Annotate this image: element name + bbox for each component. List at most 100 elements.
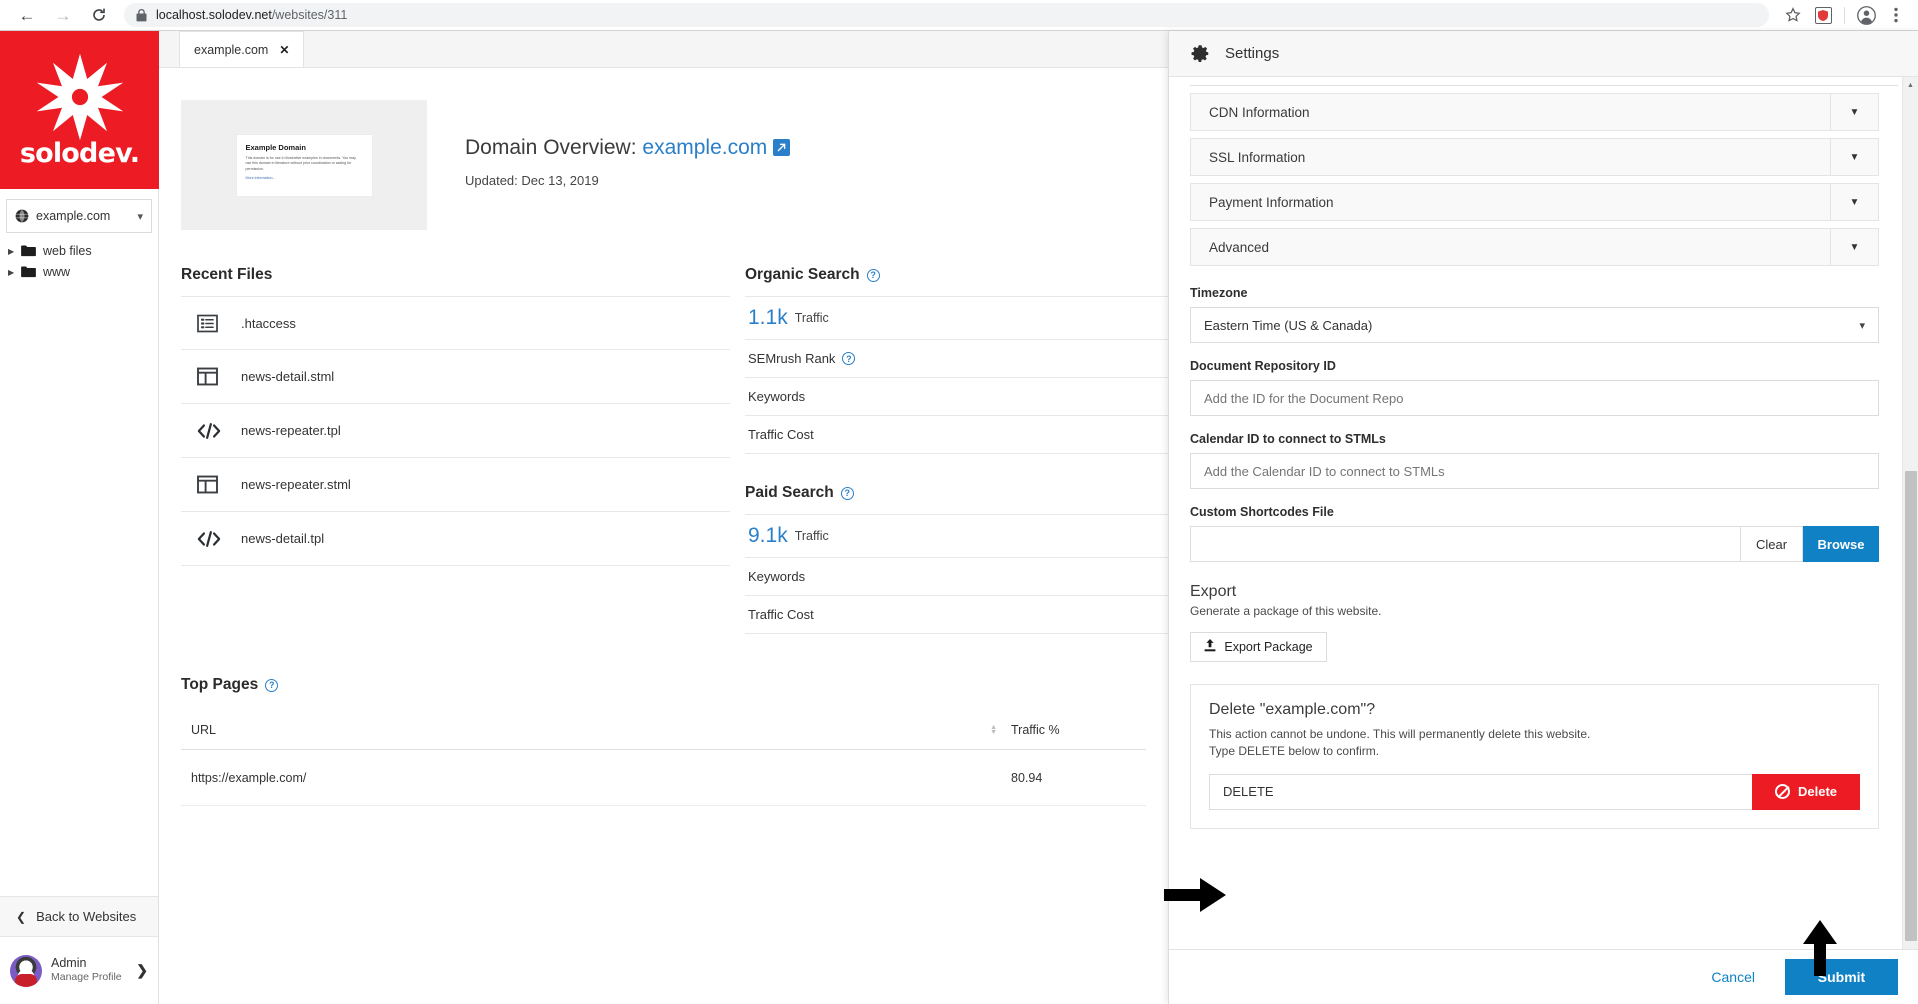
accordion-ssl-information[interactable]: SSL Information ▼ <box>1190 138 1879 176</box>
lock-icon <box>136 8 147 22</box>
main-content: example.com ✕ Example Domain This domain… <box>159 31 1168 1004</box>
help-circle-icon[interactable]: ? <box>842 352 856 365</box>
tree-item-web-files[interactable]: ▶ web files <box>8 241 158 261</box>
solodev-logo[interactable]: solodev. <box>0 31 159 189</box>
list-item[interactable]: news-detail.tpl <box>181 512 730 566</box>
page-title-prefix: Domain Overview: <box>465 136 643 159</box>
upload-icon <box>1204 639 1216 655</box>
submit-button[interactable]: Submit <box>1785 959 1898 995</box>
url-host: localhost.solodev.net <box>156 8 272 22</box>
caret-down-icon[interactable]: ▼ <box>1830 229 1878 265</box>
profile-subtitle: Manage Profile <box>51 970 122 983</box>
profile-avatar-icon[interactable] <box>1852 2 1880 28</box>
help-circle-icon[interactable]: ? <box>265 678 279 692</box>
recent-files-section: Recent Files .htaccess news-detail.stml … <box>159 266 730 634</box>
extension-shield-icon[interactable] <box>1809 2 1837 28</box>
advanced-form: Timezone Eastern Time (US & Canada) ▾ Do… <box>1190 266 1879 829</box>
search-metrics-section: Organic Search ? 1.1k Traffic SEMrush Ra… <box>730 266 1168 634</box>
back-to-websites-button[interactable]: ❮ Back to Websites <box>0 896 158 937</box>
thumbnail-title: Example Domain <box>245 142 306 152</box>
forward-arrow-icon[interactable]: → <box>46 2 80 28</box>
cancel-button[interactable]: Cancel <box>1681 969 1785 985</box>
browser-nav-buttons: ← → <box>0 2 116 28</box>
metric-label: Traffic Cost <box>748 607 814 622</box>
scrollbar-thumb[interactable] <box>1905 471 1917 941</box>
chevron-down-icon: ▾ <box>137 210 143 223</box>
document-repo-input[interactable] <box>1190 380 1879 416</box>
metric-label: SEMrush Rank <box>748 351 836 366</box>
left-sidebar: solodev. example.com ▾ ▶ web files ▶ www… <box>0 31 159 1004</box>
paid-search-list: 9.1k Traffic Keywords Traffic Cost <box>745 514 1168 634</box>
sort-arrows-icon[interactable]: ▲ ▼ <box>990 724 997 736</box>
accordion-payment-information[interactable]: Payment Information ▼ <box>1190 183 1879 221</box>
site-selector[interactable]: example.com ▾ <box>6 199 152 233</box>
top-pages-section: Top Pages ? URL ▲ ▼ Traffic % https://exa… <box>159 634 1168 806</box>
solodev-logo-text: solodev. <box>19 137 140 169</box>
caret-down-icon[interactable]: ▼ <box>1830 139 1878 175</box>
back-arrow-icon[interactable]: ← <box>10 2 44 28</box>
delete-description-line1: This action cannot be undone. This will … <box>1209 727 1591 741</box>
star-icon[interactable] <box>1779 2 1807 28</box>
list-item[interactable]: news-repeater.tpl <box>181 404 730 458</box>
arrow-pointing-to-delete-input <box>1164 878 1226 912</box>
calendar-id-input[interactable] <box>1190 453 1879 489</box>
thumbnail-page-preview: Example Domain This domain is for use in… <box>235 133 373 197</box>
list-item[interactable]: news-detail.stml <box>181 350 730 404</box>
accordion-partial-top <box>1190 77 1898 86</box>
triangle-right-icon[interactable]: ▶ <box>8 268 21 277</box>
metric-row-traffic-cost: Traffic Cost <box>745 416 1168 454</box>
url-path: /websites/311 <box>271 8 348 22</box>
site-selector-label: example.com <box>36 209 111 223</box>
list-file-icon <box>197 314 241 333</box>
address-bar[interactable]: localhost.solodev.net/websites/311 <box>124 3 1769 27</box>
shortcodes-input[interactable] <box>1190 526 1740 562</box>
domain-link[interactable]: example.com <box>642 136 767 159</box>
paid-search-title: Paid Search ? <box>745 484 1168 502</box>
scroll-up-arrow-icon[interactable]: ▲ <box>1903 77 1918 93</box>
triangle-right-icon[interactable]: ▶ <box>8 247 21 256</box>
table-row[interactable]: https://example.com/ 80.94 <box>181 750 1146 806</box>
site-thumbnail[interactable]: Example Domain This domain is for use in… <box>181 100 427 230</box>
ban-icon <box>1774 784 1790 800</box>
column-header-url[interactable]: URL ▲ ▼ <box>181 723 1011 737</box>
external-link-icon[interactable] <box>773 139 791 156</box>
timezone-select[interactable]: Eastern Time (US & Canada) ▾ <box>1190 307 1879 343</box>
accordion-advanced[interactable]: Advanced ▼ <box>1190 228 1879 266</box>
file-name: news-repeater.stml <box>241 477 351 492</box>
export-package-button[interactable]: Export Package <box>1190 632 1327 662</box>
close-x-icon[interactable]: ✕ <box>279 43 289 57</box>
paid-traffic-value: 9.1k <box>748 524 788 547</box>
profile-row[interactable]: Admin Manage Profile ❯ <box>0 937 158 1004</box>
layout-columns-icon <box>197 475 241 494</box>
shortcodes-label: Custom Shortcodes File <box>1190 505 1334 519</box>
list-item[interactable]: news-repeater.stml <box>181 458 730 512</box>
settings-scrollbar[interactable]: ▲ <box>1902 77 1918 949</box>
help-circle-icon[interactable]: ? <box>866 268 880 282</box>
table-header-row: URL ▲ ▼ Traffic % <box>181 710 1146 750</box>
organic-search-list: 1.1k Traffic SEMrush Rank ? Keywords Tra… <box>745 296 1168 454</box>
column-header-traffic[interactable]: Traffic % <box>1011 723 1146 737</box>
chevron-right-icon[interactable]: ❯ <box>136 962 148 979</box>
tab-example-com[interactable]: example.com ✕ <box>179 31 305 67</box>
list-item[interactable]: .htaccess <box>181 296 730 350</box>
file-name: .htaccess <box>241 315 296 331</box>
caret-down-icon[interactable]: ▼ <box>1830 184 1878 220</box>
paid-search-heading: Paid Search <box>745 484 834 501</box>
caret-down-icon[interactable]: ▼ <box>1830 94 1878 130</box>
updated-date: Updated: Dec 13, 2019 <box>465 173 599 188</box>
delete-description: This action cannot be undone. This will … <box>1209 726 1860 761</box>
help-circle-icon[interactable]: ? <box>840 486 854 500</box>
cell-url: https://example.com/ <box>191 770 307 785</box>
reload-icon[interactable] <box>82 2 116 28</box>
accordion-cdn-information[interactable]: CDN Information ▼ <box>1190 93 1879 131</box>
browse-button[interactable]: Browse <box>1803 526 1879 562</box>
three-dot-menu-icon[interactable] <box>1882 2 1910 28</box>
chevron-left-icon: ❮ <box>16 909 27 924</box>
gear-icon[interactable] <box>1190 44 1210 64</box>
clear-button[interactable]: Clear <box>1740 526 1803 562</box>
export-package-label: Export Package <box>1224 640 1313 654</box>
organic-search-title: Organic Search ? <box>745 266 1168 284</box>
delete-confirm-input[interactable] <box>1209 773 1752 810</box>
tree-item-www[interactable]: ▶ www <box>8 262 158 282</box>
delete-button[interactable]: Delete <box>1752 773 1860 810</box>
